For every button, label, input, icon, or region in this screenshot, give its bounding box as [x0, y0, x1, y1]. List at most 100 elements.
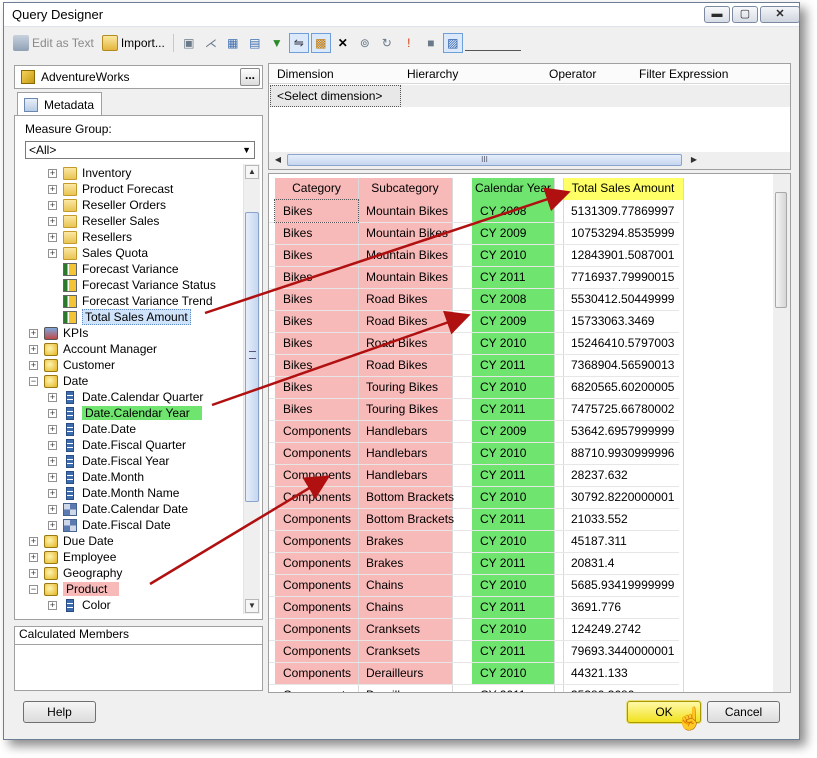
- auto-execute-button[interactable]: ▤: [245, 33, 265, 53]
- column-header[interactable]: Category: [275, 178, 358, 198]
- expand-icon[interactable]: +: [48, 520, 57, 530]
- table-cell[interactable]: Components: [275, 442, 358, 464]
- tree-item[interactable]: + Date.Month: [48, 469, 144, 485]
- cube-selector[interactable]: AdventureWorks ...: [14, 65, 263, 89]
- table-cell[interactable]: Components: [275, 464, 358, 486]
- column-header[interactable]: Calendar Year: [472, 178, 554, 198]
- table-cell[interactable]: CY 2010: [472, 244, 554, 266]
- tree-item[interactable]: + Date.Fiscal Year: [48, 453, 169, 469]
- table-cell[interactable]: Road Bikes: [358, 288, 452, 310]
- tree-item[interactable]: + Account Manager: [29, 341, 157, 357]
- table-cell[interactable]: Chains: [358, 596, 452, 618]
- table-cell[interactable]: Bikes: [275, 398, 358, 420]
- scroll-left-icon[interactable]: ◀: [271, 153, 285, 167]
- table-cell[interactable]: Derailleurs: [358, 684, 452, 692]
- tree-item[interactable]: Forecast Variance Status: [48, 277, 216, 293]
- table-cell[interactable]: Components: [275, 596, 358, 618]
- table-cell[interactable]: CY 2011: [472, 398, 554, 420]
- table-cell[interactable]: Mountain Bikes: [358, 266, 452, 288]
- tree-item[interactable]: + Date.Fiscal Quarter: [48, 437, 186, 453]
- table-cell[interactable]: Cranksets: [358, 640, 452, 662]
- table-cell[interactable]: 124249.2742: [563, 618, 683, 640]
- delete-selected-button[interactable]: ✕: [333, 33, 353, 53]
- expand-icon[interactable]: +: [29, 552, 38, 562]
- table-cell[interactable]: CY 2010: [472, 530, 554, 552]
- table-cell[interactable]: Touring Bikes: [358, 398, 452, 420]
- tree-item[interactable]: − Product: [29, 581, 120, 597]
- table-cell[interactable]: Bikes: [275, 376, 358, 398]
- add-calculated-member-button[interactable]: ▣: [179, 33, 199, 53]
- tree-item[interactable]: + Due Date: [29, 533, 114, 549]
- table-cell[interactable]: Chains: [358, 574, 452, 596]
- collapse-icon[interactable]: −: [29, 376, 38, 386]
- table-cell[interactable]: 21033.552: [563, 508, 683, 530]
- tree-item[interactable]: + Date.Month Name: [48, 485, 179, 501]
- table-cell[interactable]: 44321.133: [563, 662, 683, 684]
- table-cell[interactable]: 88710.9930999996: [563, 442, 683, 464]
- table-cell[interactable]: CY 2009: [472, 420, 554, 442]
- tree-item[interactable]: + Date.Fiscal Date: [48, 517, 171, 533]
- table-cell[interactable]: CY 2009: [472, 222, 554, 244]
- table-cell[interactable]: Handlebars: [358, 442, 452, 464]
- tree-item[interactable]: Forecast Variance Trend: [48, 293, 213, 309]
- table-cell[interactable]: 7475725.66780002: [563, 398, 683, 420]
- table-cell[interactable]: 7368904.56590013: [563, 354, 683, 376]
- table-cell[interactable]: Bikes: [275, 244, 358, 266]
- table-cell[interactable]: Bikes: [275, 222, 358, 244]
- table-cell[interactable]: Bikes: [275, 354, 358, 376]
- expand-icon[interactable]: +: [48, 424, 57, 434]
- table-cell[interactable]: 12843901.5087001: [563, 244, 683, 266]
- table-cell[interactable]: Bottom Brackets: [358, 508, 454, 530]
- expand-icon[interactable]: +: [29, 568, 38, 578]
- table-cell[interactable]: 5685.93419999999: [563, 574, 683, 596]
- table-cell[interactable]: Touring Bikes: [358, 376, 452, 398]
- import-button[interactable]: Import...: [99, 32, 168, 54]
- table-cell[interactable]: CY 2011: [472, 596, 554, 618]
- table-cell[interactable]: Components: [275, 640, 358, 662]
- column-header[interactable]: Total Sales Amount: [563, 178, 683, 198]
- maximize-button[interactable]: ▢: [732, 6, 758, 23]
- table-cell[interactable]: Brakes: [358, 552, 452, 574]
- table-cell[interactable]: CY 2011: [472, 464, 554, 486]
- table-cell[interactable]: CY 2010: [472, 442, 554, 464]
- table-cell[interactable]: Derailleurs: [358, 662, 452, 684]
- tree-item[interactable]: + Sales Quota: [48, 245, 148, 261]
- table-cell[interactable]: 30792.8220000001: [563, 486, 683, 508]
- table-cell[interactable]: 6820565.60200005: [563, 376, 683, 398]
- collapse-icon[interactable]: −: [29, 584, 38, 594]
- expand-icon[interactable]: +: [48, 600, 57, 610]
- show-parameters-button[interactable]: ⇋: [288, 33, 309, 53]
- expand-icon[interactable]: +: [48, 248, 57, 258]
- table-cell[interactable]: Mountain Bikes: [358, 222, 452, 244]
- table-cell[interactable]: Components: [275, 574, 358, 596]
- table-cell[interactable]: 15246410.5797003: [563, 332, 683, 354]
- table-cell[interactable]: Handlebars: [358, 420, 452, 442]
- calculated-members-list[interactable]: [14, 644, 263, 691]
- table-cell[interactable]: Bikes: [275, 288, 358, 310]
- expand-icon[interactable]: +: [48, 168, 57, 178]
- refresh-button[interactable]: ↻: [377, 33, 397, 53]
- expand-icon[interactable]: +: [48, 472, 57, 482]
- tree-item[interactable]: + Reseller Orders: [48, 197, 166, 213]
- edit-as-text-button[interactable]: Edit as Text: [10, 32, 97, 54]
- table-cell[interactable]: Bottom Brackets: [358, 486, 454, 508]
- table-cell[interactable]: Road Bikes: [358, 310, 452, 332]
- tree-item[interactable]: + Inventory: [48, 165, 131, 181]
- expand-icon[interactable]: +: [48, 456, 57, 466]
- table-cell[interactable]: CY 2010: [472, 332, 554, 354]
- expand-icon[interactable]: +: [48, 232, 57, 242]
- results-scroll-thumb[interactable]: [775, 192, 787, 308]
- table-cell[interactable]: CY 2011: [472, 508, 554, 530]
- expand-icon[interactable]: +: [48, 488, 57, 498]
- tree-item[interactable]: Total Sales Amount: [48, 309, 191, 325]
- expand-icon[interactable]: +: [29, 360, 38, 370]
- execute-query-button[interactable]: ▨: [442, 33, 463, 53]
- measure-group-select[interactable]: <All> ▼: [25, 141, 255, 159]
- table-cell[interactable]: Components: [275, 486, 358, 508]
- table-cell[interactable]: Components: [275, 618, 358, 640]
- table-cell[interactable]: 53642.6957999999: [563, 420, 683, 442]
- tree-item[interactable]: + Product Forecast: [48, 181, 173, 197]
- tab-metadata[interactable]: Metadata: [17, 92, 102, 116]
- tree-item[interactable]: + Employee: [29, 549, 116, 565]
- browse-cube-button[interactable]: ...: [240, 68, 260, 86]
